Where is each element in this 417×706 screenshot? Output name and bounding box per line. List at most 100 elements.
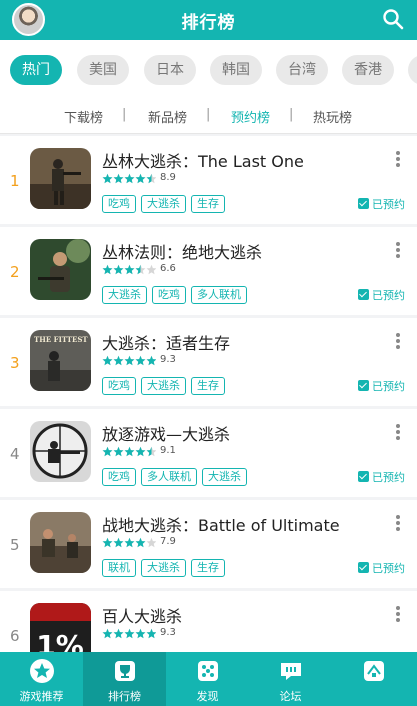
game-tag[interactable]: 生存 [191,559,225,577]
page-title: 排行榜 [181,13,236,33]
tag-list: 大逃杀 吃鸡 多人联机 [102,283,252,304]
nav-label: 游戏推荐 [19,690,64,703]
booked-label: 已预约 [372,471,405,484]
booked-status: 已预约 [358,287,405,303]
game-tag[interactable]: 大逃杀 [141,195,186,213]
rating-value: 7.9 [160,536,176,547]
list-item[interactable]: 1 丛林大逃杀：The Last One 8.9 吃鸡 大逃杀 生存 已预约 [0,136,417,224]
star-filled-icon [102,537,113,548]
tab-region-hot[interactable]: 热门 [10,55,62,85]
game-tag[interactable]: 大逃杀 [141,377,186,395]
list-item[interactable]: 2 丛林法则：绝地大逃杀 6.6 大逃杀 吃鸡 多人联机 已预约 [0,227,417,315]
game-tag[interactable]: 联机 [102,559,136,577]
tab-new[interactable]: 新品榜 [148,107,187,126]
rank-number: 6 [10,627,20,645]
booked-status: 已预约 [358,469,405,485]
checkbox-icon [358,380,369,391]
more-options-icon[interactable] [395,332,401,350]
game-tag[interactable]: 多人联机 [141,468,197,486]
rating-value: 8.9 [160,172,176,183]
bottom-nav: 游戏推荐 排行榜 发现 论坛 [0,652,417,706]
nav-game[interactable] [332,652,415,706]
region-tab-bar: 热门 美国 日本 韩国 台湾 香港 [0,40,417,98]
icon-text: THE FITTEST [34,335,88,344]
rating-value: 9.3 [160,627,176,638]
game-icon[interactable]: THE FITTEST [30,330,91,391]
tab-region-us[interactable]: 美国 [77,55,129,85]
game-tag[interactable]: 吃鸡 [102,468,136,486]
rank-number: 5 [10,536,20,554]
star-icon [30,659,54,683]
tab-separator: | [289,107,294,122]
tab-preorder[interactable]: 预约榜 [231,107,270,126]
game-tag[interactable]: 多人联机 [191,286,247,304]
tab-region-korea[interactable]: 韩国 [210,55,262,85]
list-item[interactable]: 4 放逐游戏—大逃杀 9.1 吃鸡 多人联机 大逃杀 已预约 [0,409,417,497]
game-tag[interactable]: 吃鸡 [152,286,186,304]
game-icon[interactable] [30,512,91,573]
game-icon[interactable] [30,148,91,209]
booked-label: 已预约 [372,562,405,575]
search-icon[interactable] [381,7,405,31]
rating-value: 6.6 [160,263,176,274]
star-rating [102,628,156,639]
game-tag[interactable]: 吃鸡 [102,195,136,213]
star-filled-icon [124,264,135,275]
star-rating [102,355,156,366]
rating-value: 9.3 [160,354,176,365]
nav-forum[interactable]: 论坛 [249,652,332,706]
game-tag[interactable]: 吃鸡 [102,377,136,395]
star-filled-icon [135,173,146,184]
tab-separator: | [122,107,127,122]
game-icon[interactable] [30,239,91,300]
booked-status: 已预约 [358,560,405,576]
tab-hot-play[interactable]: 热玩榜 [313,107,352,126]
star-rating [102,537,156,548]
star-filled-icon [113,355,124,366]
star-filled-icon [113,628,124,639]
star-filled-icon [113,537,124,548]
star-filled-icon [146,628,156,639]
more-options-icon[interactable] [395,423,401,441]
more-options-icon[interactable] [395,241,401,259]
star-empty-icon [146,264,156,275]
tab-region-taiwan[interactable]: 台湾 [276,55,328,85]
forum-icon [281,663,301,680]
list-item[interactable]: 3 THE FITTEST 大逃杀：适者生存 9.3 吃鸡 大逃杀 生存 已预约 [0,318,417,406]
game-tag[interactable]: 大逃杀 [102,286,147,304]
tab-region-japan[interactable]: 日本 [144,55,196,85]
tag-list: 吃鸡 大逃杀 生存 [102,374,230,395]
rank-number: 2 [10,263,20,281]
game-tag[interactable]: 大逃杀 [202,468,247,486]
game-tag[interactable]: 生存 [191,377,225,395]
nav-label: 论坛 [279,690,302,703]
star-filled-icon [113,264,124,275]
nav-ranking[interactable]: 排行榜 [83,652,166,706]
tab-region-hongkong[interactable]: 香港 [342,55,394,85]
booked-label: 已预约 [372,289,405,302]
star-empty-icon [146,537,156,548]
star-filled-icon [102,264,113,275]
more-options-icon[interactable] [395,605,401,623]
more-options-icon[interactable] [395,514,401,532]
rank-number: 1 [10,172,20,190]
game-icon [364,661,384,681]
game-icon[interactable] [30,421,91,482]
tab-downloads[interactable]: 下载榜 [64,107,103,126]
more-options-icon[interactable] [395,150,401,168]
game-tag[interactable]: 大逃杀 [141,559,186,577]
star-filled-icon [102,355,113,366]
star-filled-icon [124,173,135,184]
star-filled-icon [113,173,124,184]
list-item[interactable]: 5 战地大逃杀：Battle of Ultimate 7.9 联机 大逃杀 生存 已… [0,500,417,588]
game-name: 百人大逃杀 [102,607,183,626]
game-tag[interactable]: 生存 [191,195,225,213]
nav-game-recommend[interactable]: 游戏推荐 [0,652,83,706]
star-filled-icon [135,355,146,366]
star-filled-icon [102,173,113,184]
nav-discover[interactable]: 发现 [166,652,249,706]
star-filled-icon [113,446,124,457]
star-filled-icon [135,628,146,639]
star-filled-icon [102,628,113,639]
tab-region-more[interactable] [408,55,417,85]
